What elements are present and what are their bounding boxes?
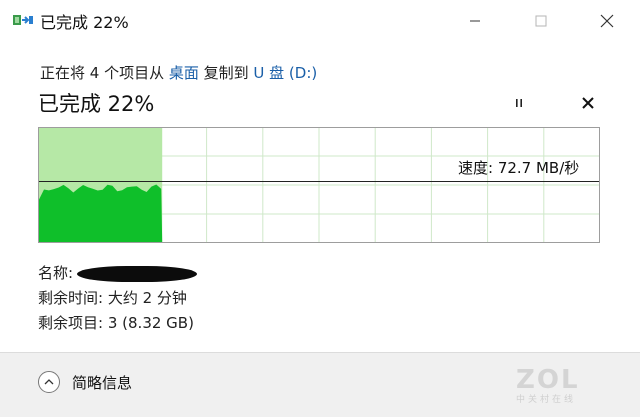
close-button[interactable] xyxy=(584,6,630,36)
minimize-icon xyxy=(470,20,480,22)
window-title: 已完成 22% xyxy=(40,13,129,32)
fewer-details-button[interactable]: 简略信息 xyxy=(38,371,132,393)
time-value: 大约 2 分钟 xyxy=(107,289,187,307)
copy-file-icon xyxy=(13,15,33,25)
copy-prefix: 正在将 4 个项目从 xyxy=(40,64,169,82)
time-remaining-row: 剩余时间: 大约 2 分钟 xyxy=(38,287,187,308)
progress-title: 已完成 22% xyxy=(38,92,155,116)
watermark-subtitle: 中关村在线 xyxy=(516,395,577,405)
copy-progress-window: 已完成 22% 正在将 4 个项目从 桌面 复制到 U 盘 (D:) 已完成 2… xyxy=(0,0,640,417)
fewer-details-label: 简略信息 xyxy=(72,373,133,392)
time-label: 剩余时间: xyxy=(38,289,104,307)
name-label: 名称: xyxy=(38,264,74,282)
minimize-button[interactable] xyxy=(452,6,498,36)
watermark: ZOL 中关村在线 xyxy=(516,366,606,410)
speed-label: 速度: 72.7 MB/秒 xyxy=(458,159,580,177)
transfer-speed-graph xyxy=(38,127,600,243)
close-icon xyxy=(600,14,614,28)
speed-area xyxy=(39,184,163,242)
chevron-up-icon xyxy=(38,371,60,393)
redacted-filename xyxy=(77,265,198,282)
close-icon xyxy=(582,97,594,109)
items-label: 剩余项目: xyxy=(38,314,104,332)
items-remaining-row: 剩余项目: 3 (8.32 GB) xyxy=(38,312,194,333)
maximize-button[interactable] xyxy=(518,6,564,36)
copy-middle: 复制到 xyxy=(198,64,254,82)
cancel-button[interactable] xyxy=(576,91,600,115)
source-link[interactable]: 桌面 xyxy=(169,64,199,82)
name-row: 名称: xyxy=(38,262,198,283)
pause-icon xyxy=(516,99,522,107)
maximize-icon xyxy=(535,15,547,27)
copy-description: 正在将 4 个项目从 桌面 复制到 U 盘 (D:) xyxy=(40,62,317,83)
watermark-logo: ZOL xyxy=(516,365,580,395)
items-value: 3 (8.32 GB) xyxy=(107,314,194,332)
destination-link[interactable]: U 盘 (D:) xyxy=(253,64,317,82)
pause-button[interactable] xyxy=(507,91,531,115)
title-bar[interactable]: 已完成 22% xyxy=(0,0,640,44)
